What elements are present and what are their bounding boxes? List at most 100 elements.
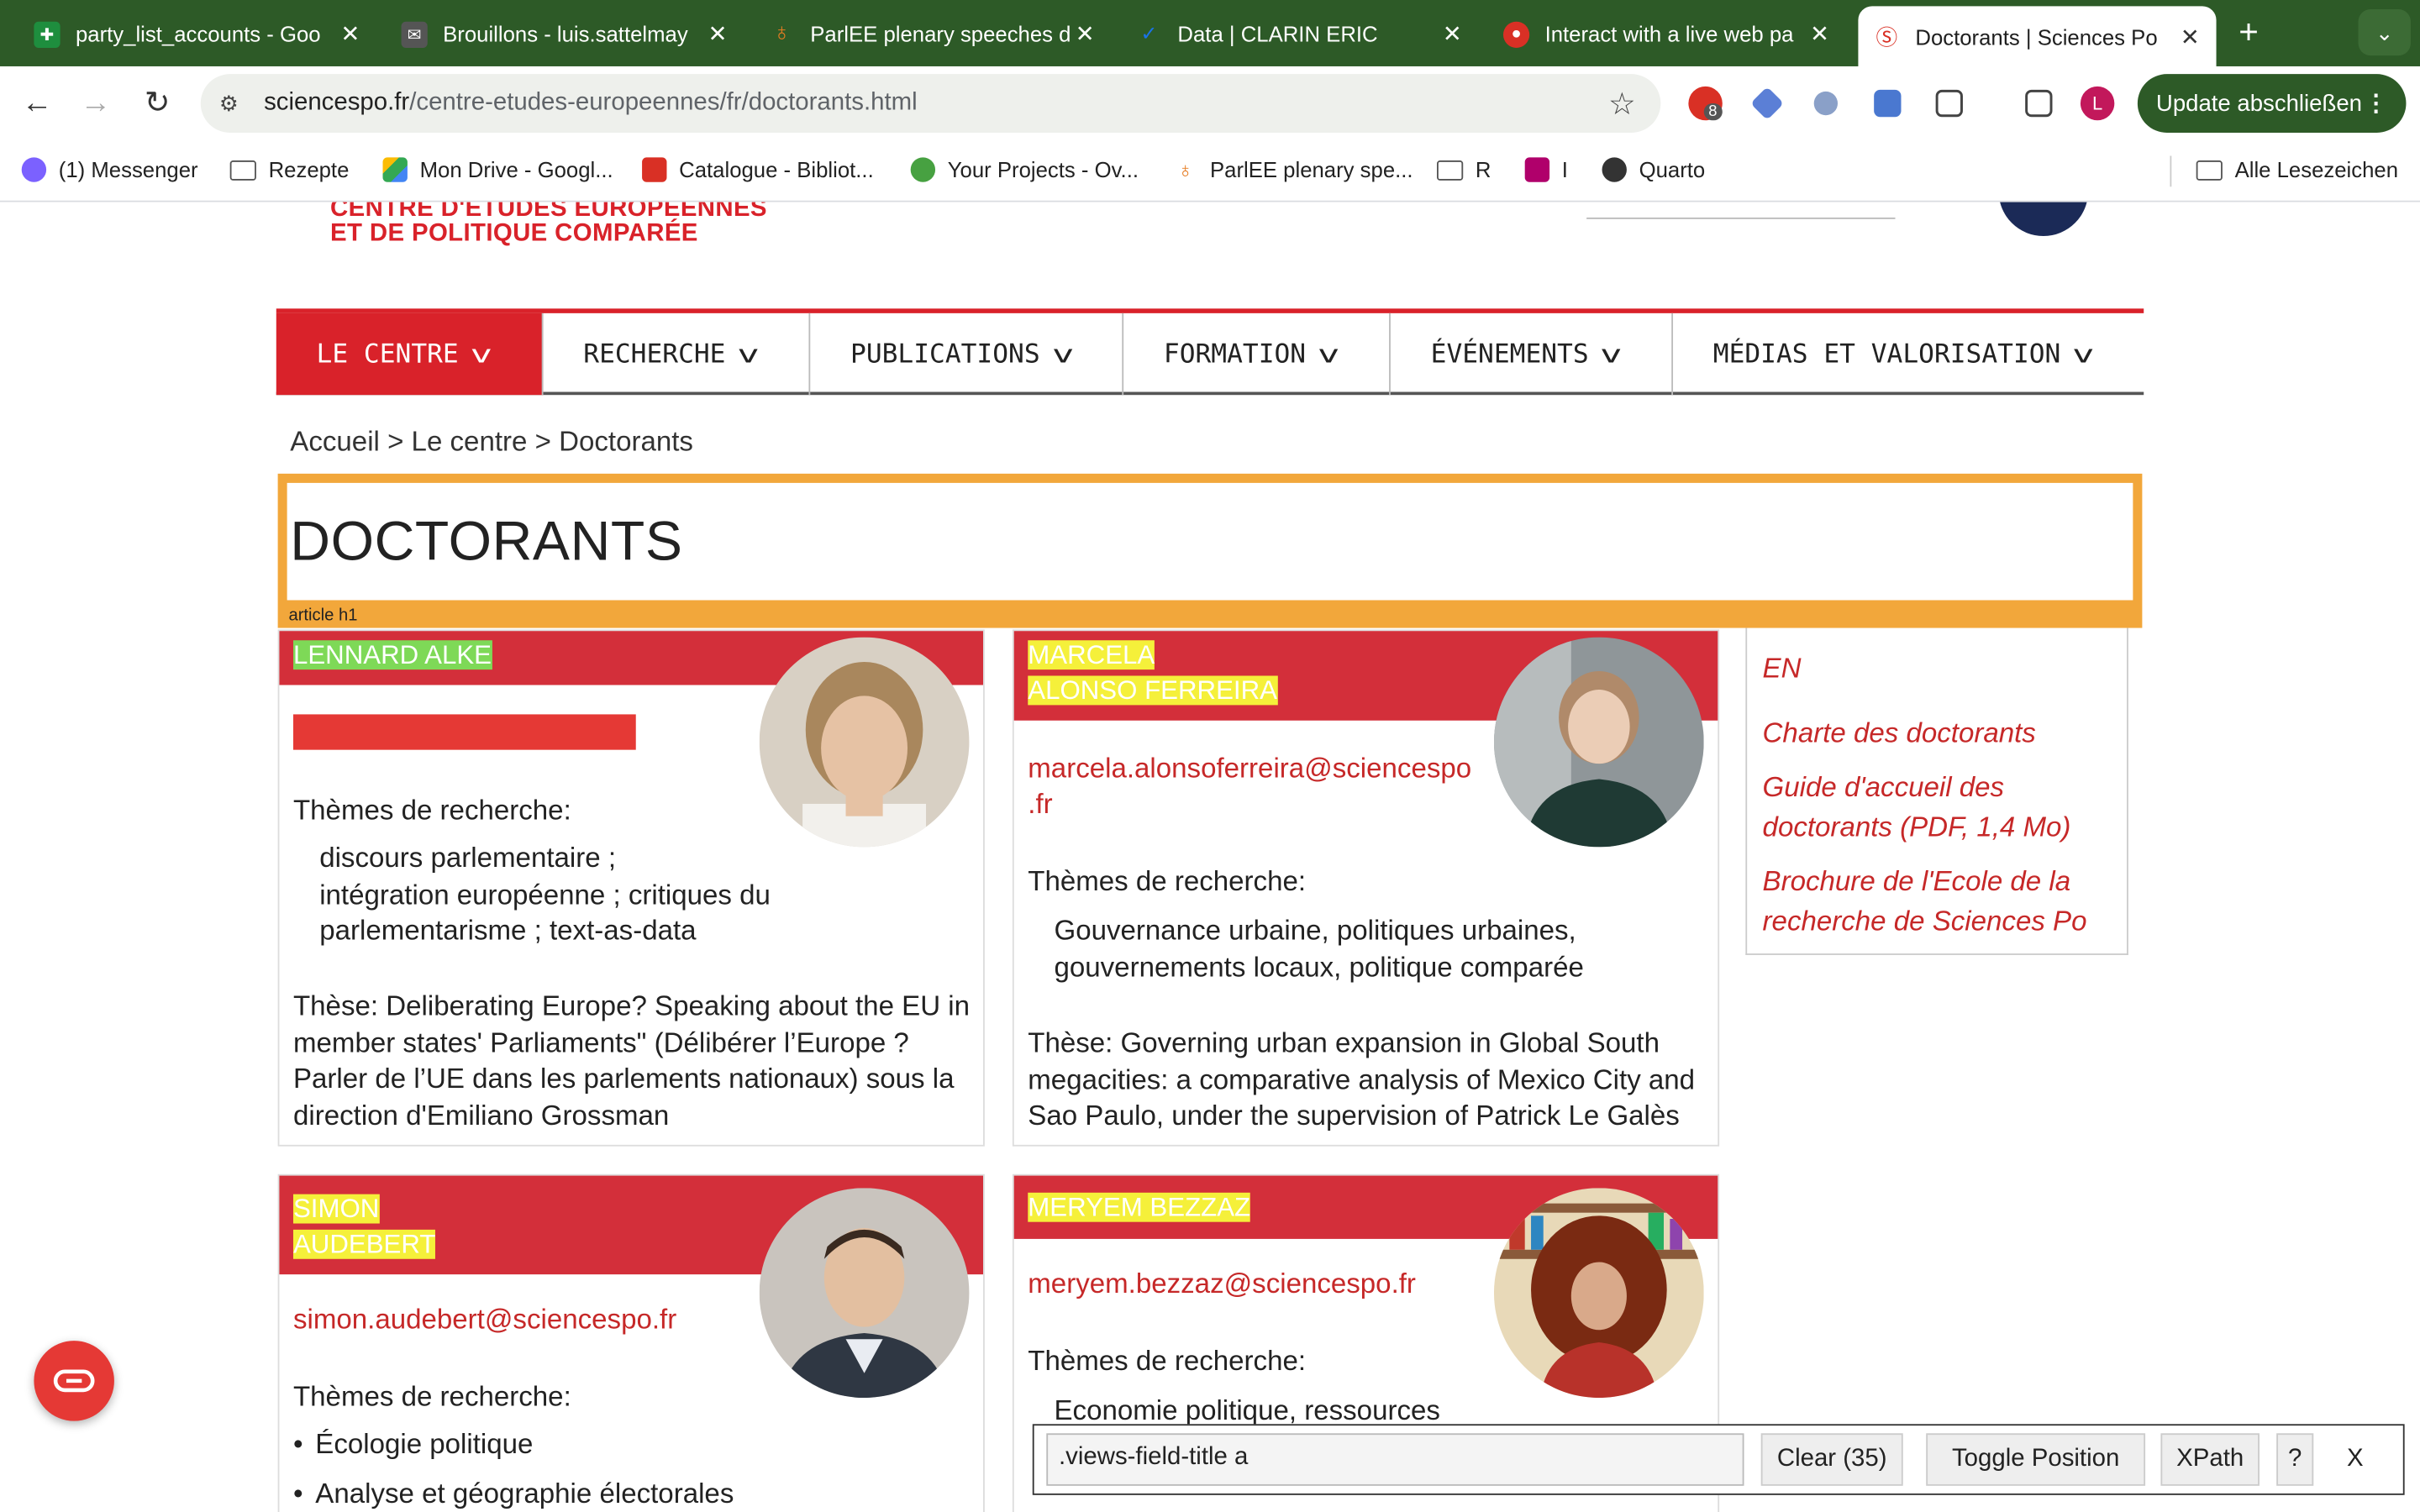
- email-link[interactable]: meryem.bezzaz@sciencespo.fr: [1028, 1267, 1416, 1302]
- tab-doctorants[interactable]: Ⓢ Doctorants | Sciences Po ✕: [1858, 6, 2217, 66]
- page-title: DOCTORANTS: [290, 509, 683, 573]
- name-text: MARCELA: [1028, 640, 1155, 670]
- bookmark-i[interactable]: I: [1524, 157, 1568, 182]
- nav-recherche[interactable]: RECHERCHE v: [544, 312, 811, 396]
- avatar: [1493, 1188, 1704, 1399]
- bookmark-drive[interactable]: Mon Drive - Googl...: [382, 157, 613, 182]
- bookmark-label: I: [1561, 157, 1568, 182]
- toggle-position-button[interactable]: Toggle Position: [1926, 1433, 2146, 1486]
- clarin-icon: ✓: [1140, 21, 1158, 45]
- link-guide[interactable]: Guide d'accueil des doctorants (PDF, 1,4…: [1763, 767, 2118, 848]
- tab-clarin[interactable]: ✓ Data | CLARIN ERIC ✕: [1120, 9, 1478, 59]
- doctorant-card: MARCELA ALONSO FERREIRA marcela.alonsofer…: [1012, 629, 1720, 1147]
- bookmark-parlee[interactable]: ♁ ParlEE plenary spe...: [1173, 157, 1413, 181]
- bookmark-quarto[interactable]: Quarto: [1602, 157, 1705, 182]
- url-text: sciencespo.fr/centre-etudes-europeennes/…: [264, 90, 918, 118]
- bookmark-rezepte[interactable]: Rezepte: [229, 157, 349, 182]
- title-container: DOCTORANTS: [287, 482, 2133, 601]
- tab-title: ParlEE plenary speeches d: [810, 21, 1071, 47]
- tab-interact[interactable]: ● Interact with a live web pa ✕: [1488, 9, 1846, 59]
- bookmark-label: Catalogue - Bibliot...: [679, 157, 874, 182]
- nav-label: LE CENTRE: [316, 339, 459, 370]
- parlee-icon: ♁: [772, 19, 792, 47]
- close-icon[interactable]: ✕: [339, 20, 361, 48]
- avatar[interactable]: L: [2080, 86, 2115, 121]
- site-info-icon[interactable]: ⚙: [219, 90, 247, 116]
- nav-evenements[interactable]: ÉVÉNEMENTS v: [1391, 312, 1674, 396]
- selector-input[interactable]: .views-field-title a: [1046, 1433, 1744, 1486]
- tab-party-list[interactable]: ✚ party_list_accounts - Goo ✕: [18, 9, 376, 59]
- sidepanel-icon[interactable]: [2025, 89, 2053, 118]
- close-icon[interactable]: ✕: [1074, 20, 1096, 48]
- avatar: [759, 637, 970, 848]
- menu-dots-icon[interactable]: ⋮: [2365, 90, 2388, 117]
- tab-search-button[interactable]: ⌄: [2358, 9, 2411, 56]
- email-link[interactable]: marcela.alonsoferreira@sciencespo .fr: [1028, 751, 1471, 822]
- email-link[interactable]: simon.audebert@sciencespo.fr: [293, 1302, 676, 1337]
- bookmark-star-icon[interactable]: ☆: [1608, 84, 1636, 123]
- back-button[interactable]: ←: [18, 85, 55, 122]
- help-button[interactable]: ?: [2276, 1433, 2314, 1486]
- link-charte[interactable]: Charte des doctorants: [1763, 713, 2118, 753]
- folder-icon: [229, 160, 256, 180]
- nav-formation[interactable]: FORMATION v: [1123, 312, 1391, 396]
- forward-button[interactable]: →: [77, 85, 114, 122]
- sciencespo-logo[interactable]: [1998, 202, 2089, 237]
- doctorant-name[interactable]: MARCELA ALONSO FERREIRA: [1028, 638, 1277, 708]
- bookmark-catalogue[interactable]: Catalogue - Bibliot...: [642, 157, 874, 182]
- tab-title: Brouillons - luis.sattelmay: [443, 21, 688, 47]
- extension-icon[interactable]: [1813, 91, 1839, 116]
- breadcrumb[interactable]: Accueil > Le centre > Doctorants: [290, 426, 693, 459]
- parlee-icon: ♁: [1176, 157, 1194, 182]
- tab-title: party_list_accounts - Goo: [76, 21, 321, 47]
- close-button[interactable]: X: [2332, 1433, 2379, 1486]
- tab-title: Doctorants | Sciences Po: [1915, 24, 2158, 49]
- theme-line: gouvernements locaux, politique comparée: [1054, 951, 1584, 983]
- url-path: /centre-etudes-europeennes/fr/doctorants…: [409, 89, 918, 116]
- close-icon[interactable]: ✕: [1442, 20, 1464, 48]
- doctorant-card: LENNARD ALKE Thèmes de recherche: discou…: [277, 629, 985, 1147]
- extension-icon[interactable]: [1750, 87, 1785, 121]
- docs-icon[interactable]: [1874, 89, 1902, 118]
- nav-medias[interactable]: MÉDIAS ET VALORISATION v: [1673, 313, 2144, 395]
- bookmark-overleaf[interactable]: Your Projects - Ov...: [910, 157, 1139, 182]
- doctorant-name[interactable]: LENNARD ALKE: [292, 638, 492, 673]
- tab-title: Interact with a live web pa: [1544, 21, 1794, 47]
- clear-button[interactable]: Clear (35): [1760, 1433, 1903, 1486]
- email-link[interactable]: [292, 714, 636, 750]
- link-brochure[interactable]: Brochure de l'Ecole de la recherche de S…: [1763, 861, 2118, 942]
- xpath-button[interactable]: XPath: [2160, 1433, 2260, 1486]
- messenger-icon: [21, 157, 47, 182]
- tab-parlee[interactable]: ♁ ParlEE plenary speeches d ✕: [753, 9, 1111, 59]
- all-bookmarks[interactable]: Alle Lesezeichen: [2196, 157, 2398, 182]
- site-logo[interactable]: CENTRE D'ÉTUDES EUROPÉENNES ET DE POLITI…: [330, 202, 767, 247]
- close-icon[interactable]: ✕: [707, 20, 729, 48]
- floating-link-button[interactable]: [34, 1341, 114, 1421]
- selector-highlight: DOCTORANTS article h1: [277, 473, 2143, 628]
- close-icon[interactable]: ✕: [2179, 23, 2201, 50]
- site-icon: [1524, 157, 1550, 182]
- lang-link[interactable]: EN: [1763, 648, 2118, 688]
- puzzle-icon[interactable]: [1935, 89, 1963, 118]
- theme-line: parlementarisme ; text-as-data: [319, 915, 697, 946]
- mail-icon: ✉: [401, 20, 428, 48]
- library-icon: [642, 157, 667, 182]
- search-input[interactable]: [1586, 217, 1896, 219]
- address-bar[interactable]: ⚙ sciencespo.fr/centre-etudes-europeenne…: [200, 74, 1661, 133]
- nav-le-centre[interactable]: LE CENTRE v: [276, 312, 544, 396]
- page-content: CENTRE D'ÉTUDES EUROPÉENNES ET DE POLITI…: [0, 202, 2420, 1512]
- doctorant-name[interactable]: SIMON AUDEBERT: [292, 1191, 436, 1262]
- nav-label: ÉVÉNEMENTS: [1430, 339, 1589, 370]
- update-label: Update abschließen: [2155, 90, 2362, 117]
- theme-line: Gouvernance urbaine, politiques urbaines…: [1054, 915, 1576, 946]
- tab-brouillons[interactable]: ✉ Brouillons - luis.sattelmay ✕: [386, 9, 744, 59]
- doctorant-name[interactable]: MERYEM BEZZAZ: [1028, 1189, 1251, 1225]
- new-tab-button[interactable]: +: [2228, 13, 2269, 53]
- reload-button[interactable]: ↻: [139, 85, 176, 122]
- nav-publications[interactable]: PUBLICATIONS v: [810, 312, 1124, 396]
- bookmark-messenger[interactable]: (1) Messenger: [21, 157, 198, 182]
- close-icon[interactable]: ✕: [1809, 20, 1831, 48]
- update-button[interactable]: Update abschließen ⋮: [2137, 74, 2407, 133]
- bookmark-r[interactable]: R: [1437, 157, 1491, 182]
- avatar: [1493, 637, 1704, 848]
